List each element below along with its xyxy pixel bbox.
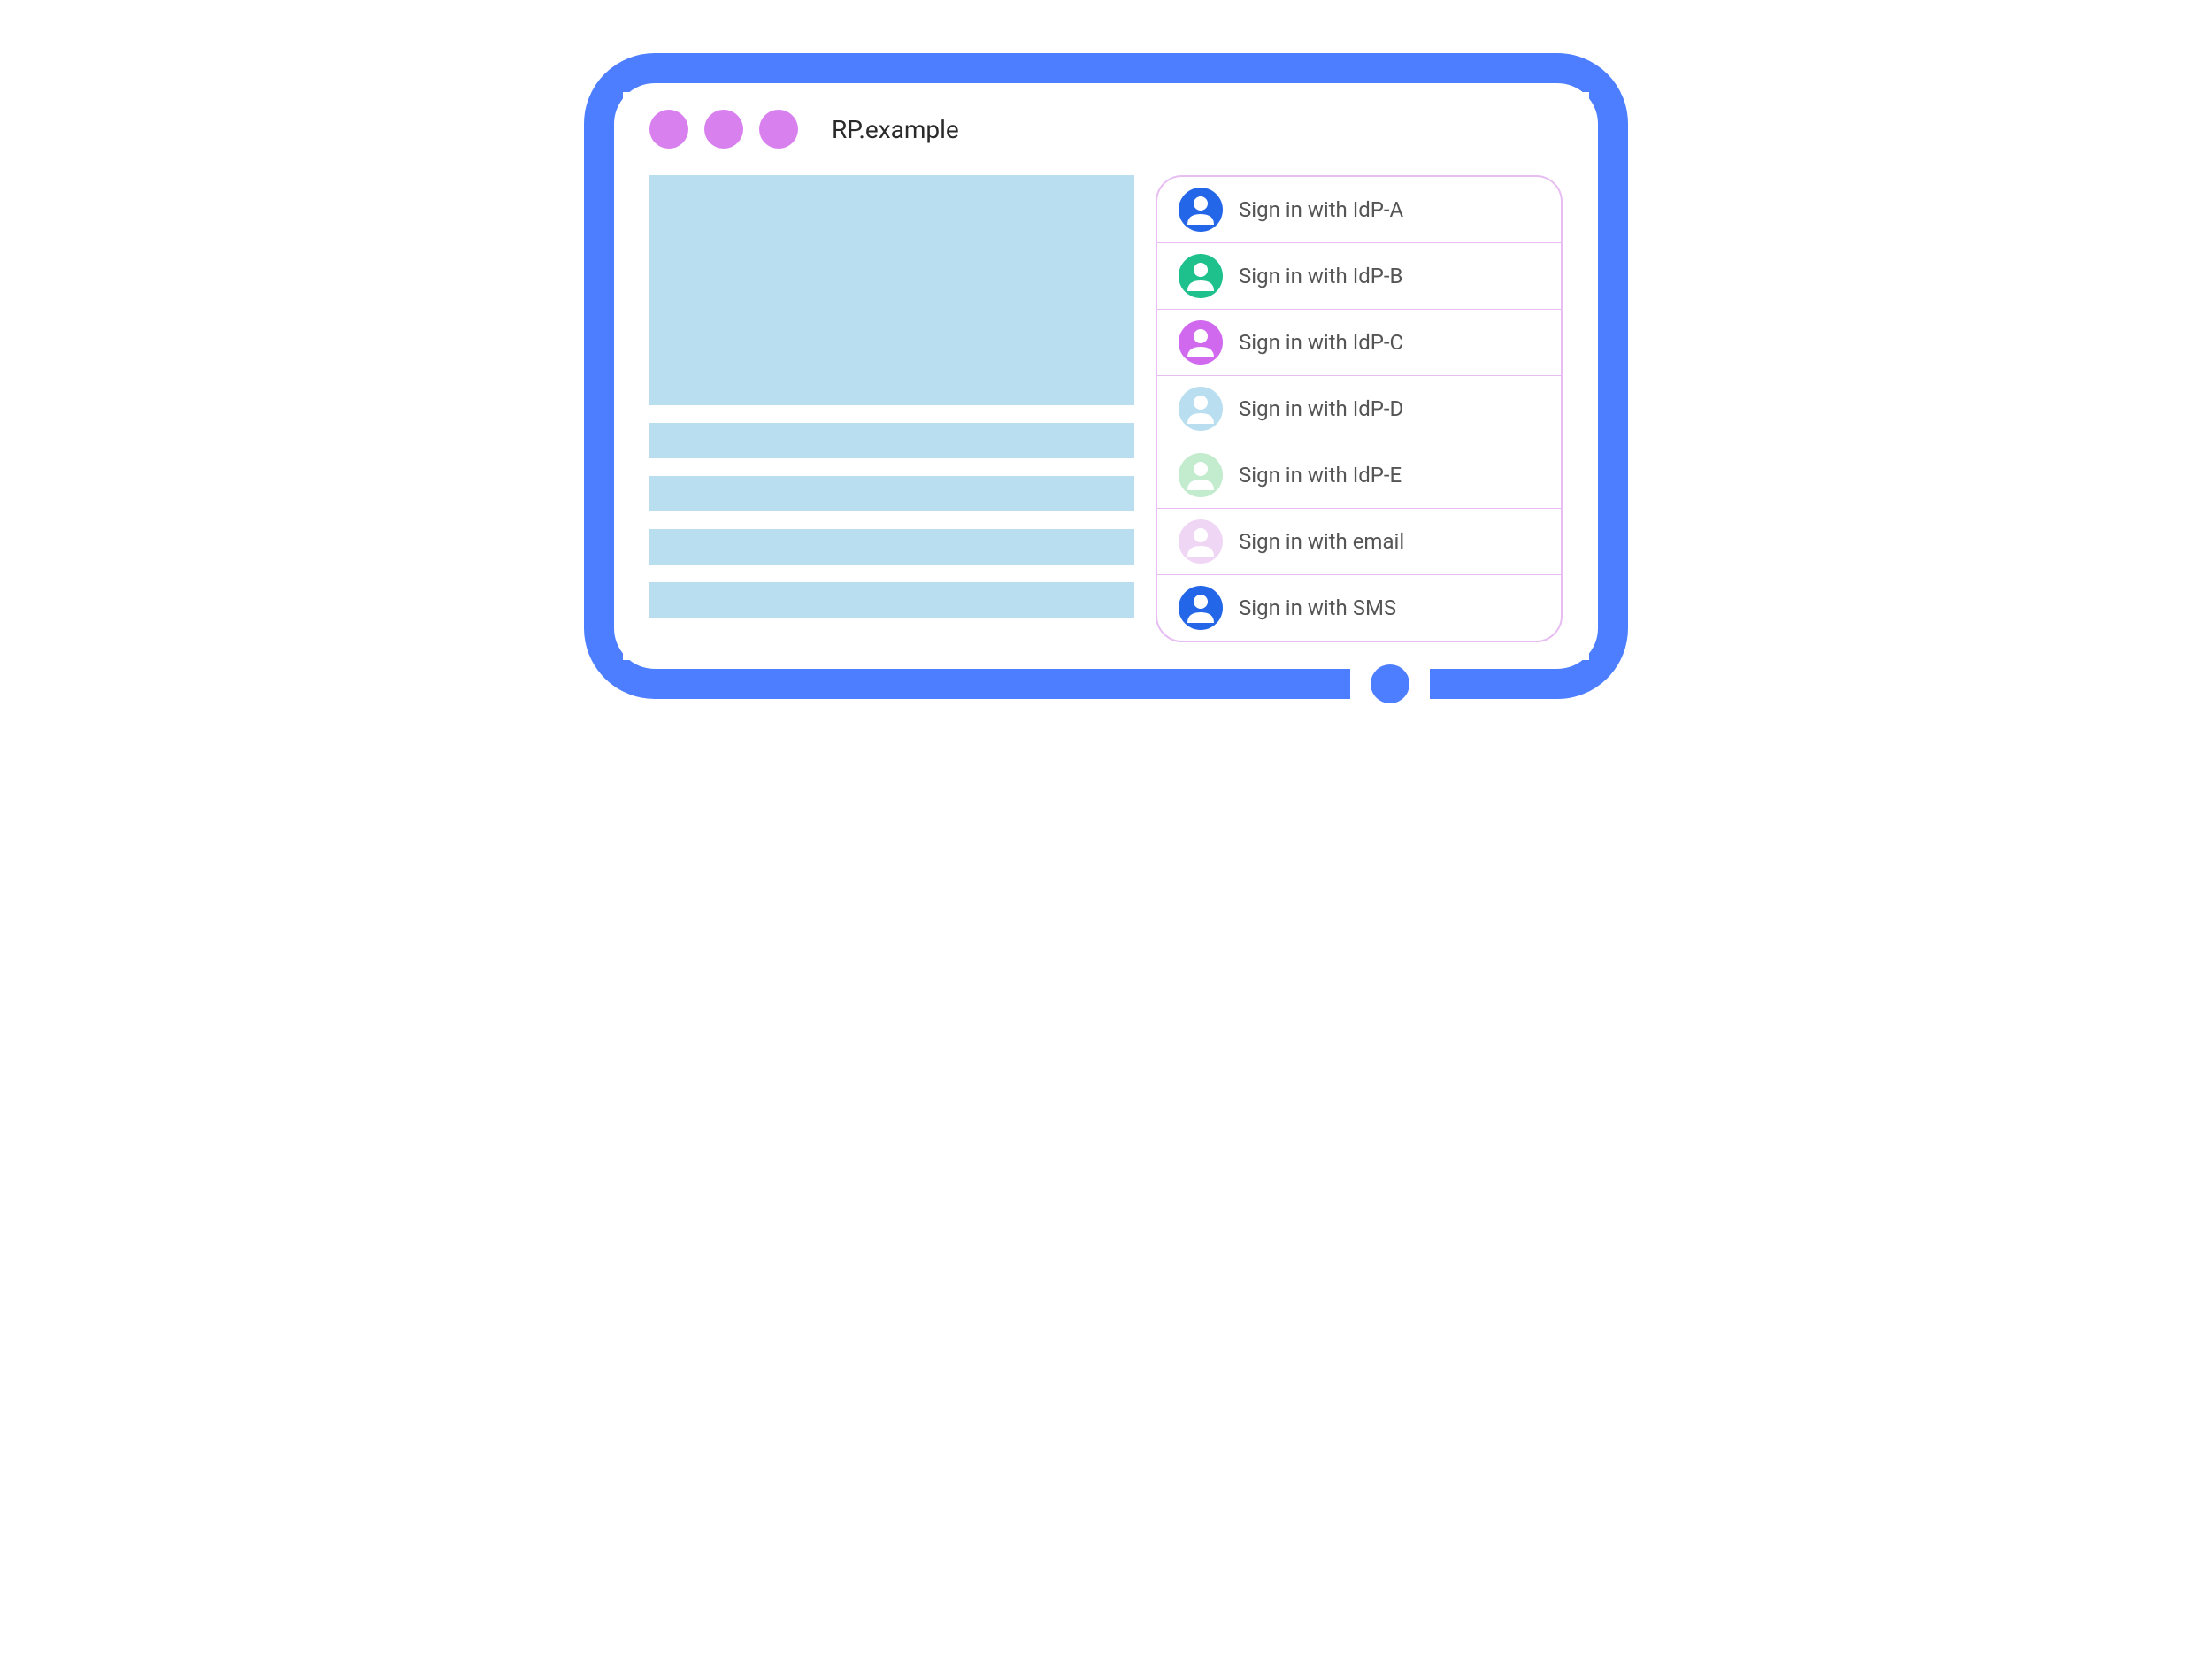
- device-notch: [1350, 669, 1430, 699]
- main-content: [649, 175, 1134, 642]
- signin-option-idp-a[interactable]: Sign in with IdP-A: [1157, 177, 1561, 243]
- window-dot-icon: [759, 110, 798, 149]
- user-icon: [1179, 453, 1223, 497]
- content-area: Sign in with IdP-A Sign in with IdP-B Si…: [623, 175, 1589, 660]
- signin-label: Sign in with SMS: [1239, 595, 1396, 620]
- text-line-placeholder: [649, 582, 1134, 618]
- signin-panel: Sign in with IdP-A Sign in with IdP-B Si…: [1156, 175, 1563, 642]
- signin-label: Sign in with IdP-A: [1239, 197, 1403, 222]
- signin-label: Sign in with IdP-D: [1239, 396, 1403, 421]
- hero-placeholder: [649, 175, 1134, 405]
- window-dot-icon: [704, 110, 743, 149]
- signin-label: Sign in with email: [1239, 529, 1404, 554]
- browser-window: RP.example Sign in with IdP-A: [623, 92, 1589, 660]
- signin-option-idp-b[interactable]: Sign in with IdP-B: [1157, 243, 1561, 310]
- signin-label: Sign in with IdP-E: [1239, 463, 1402, 488]
- user-icon: [1179, 188, 1223, 232]
- user-icon: [1179, 519, 1223, 564]
- signin-option-idp-d[interactable]: Sign in with IdP-D: [1157, 376, 1561, 442]
- user-icon: [1179, 254, 1223, 298]
- text-line-placeholder: [649, 423, 1134, 458]
- window-controls: [649, 110, 798, 149]
- text-line-placeholder: [649, 529, 1134, 565]
- device-home-button-icon: [1371, 664, 1409, 703]
- user-icon: [1179, 586, 1223, 630]
- signin-option-idp-e[interactable]: Sign in with IdP-E: [1157, 442, 1561, 509]
- browser-header: RP.example: [623, 92, 1589, 175]
- user-icon: [1179, 320, 1223, 365]
- text-line-placeholder: [649, 476, 1134, 511]
- window-dot-icon: [649, 110, 688, 149]
- signin-label: Sign in with IdP-C: [1239, 330, 1403, 355]
- device-frame: RP.example Sign in with IdP-A: [584, 53, 1628, 699]
- user-icon: [1179, 387, 1223, 431]
- signin-label: Sign in with IdP-B: [1239, 264, 1403, 288]
- signin-option-sms[interactable]: Sign in with SMS: [1157, 575, 1561, 641]
- signin-option-idp-c[interactable]: Sign in with IdP-C: [1157, 310, 1561, 376]
- signin-option-email[interactable]: Sign in with email: [1157, 509, 1561, 575]
- url-text: RP.example: [832, 115, 959, 144]
